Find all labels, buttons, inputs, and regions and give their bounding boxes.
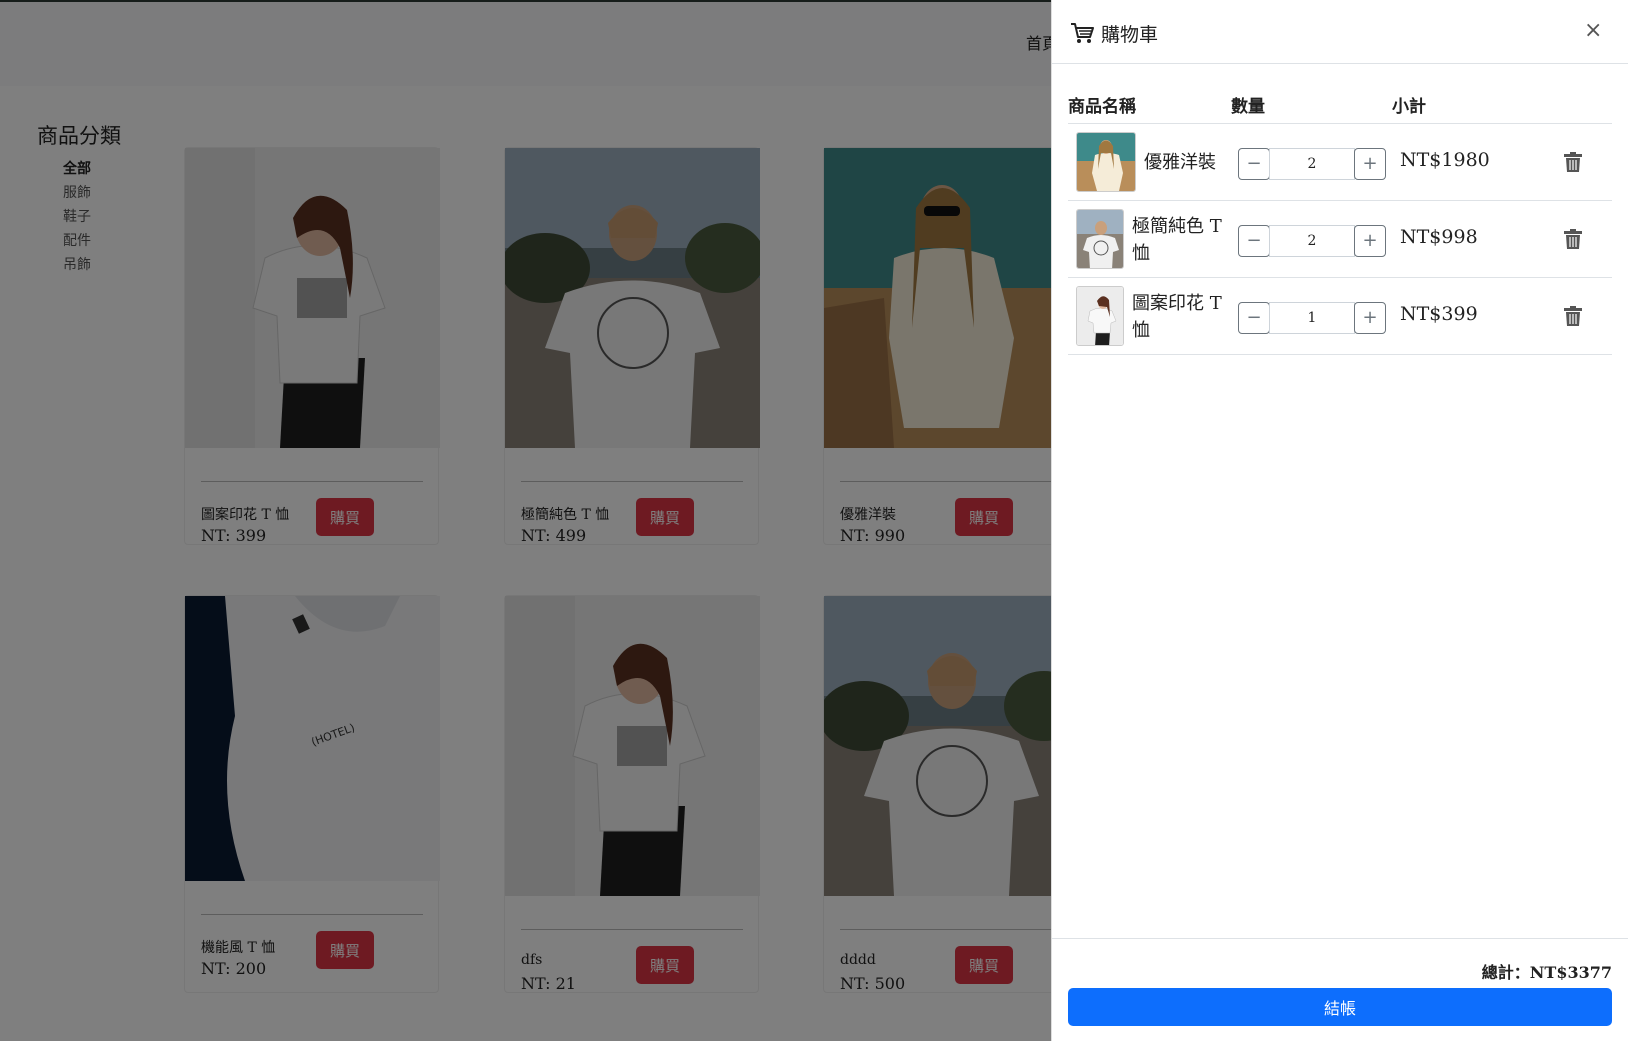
quantity-input[interactable] [1269,148,1355,180]
item-thumbnail [1076,132,1136,192]
cart-title: 購物車 [1101,24,1159,46]
checkout-button[interactable]: 結帳 [1068,988,1612,1026]
cart-header: 購物車 × [1052,0,1628,64]
cart-row: 優雅洋裝 − + NT$1980 [1068,124,1612,201]
increase-button[interactable]: + [1354,148,1386,180]
quantity-input[interactable] [1269,225,1355,257]
item-name: 優雅洋裝 [1144,152,1216,173]
item-subtotal: NT$1980 [1400,149,1490,171]
header-product-name: 商品名稱 [1068,97,1136,117]
item-thumbnail [1076,286,1124,346]
close-icon[interactable]: × [1584,18,1602,43]
trash-icon[interactable] [1564,152,1582,172]
quantity-stepper: − + [1238,225,1386,257]
cart-panel: 購物車 × 商品名稱 數量 小計 優雅洋裝 − + NT$1980 [1051,0,1628,1041]
item-name: 圖案印花 T 恤 [1132,292,1222,341]
shopping-cart-icon [1071,23,1094,43]
item-subtotal: NT$399 [1400,303,1478,325]
cart-table-header: 商品名稱 數量 小計 [1068,84,1612,124]
cart-row: 極簡純色 T 恤 − + NT$998 [1068,201,1612,278]
trash-icon[interactable] [1564,229,1582,249]
item-name: 極簡純色 T 恤 [1132,215,1222,264]
decrease-button[interactable]: − [1238,302,1270,334]
cart-total: 總計：NT$3377 [1481,963,1612,982]
cart-row: 圖案印花 T 恤 − + NT$399 [1068,278,1612,355]
quantity-input[interactable] [1269,302,1355,334]
increase-button[interactable]: + [1354,302,1386,334]
decrease-button[interactable]: − [1238,148,1270,180]
quantity-stepper: − + [1238,302,1386,334]
decrease-button[interactable]: − [1238,225,1270,257]
header-quantity: 數量 [1231,97,1265,117]
quantity-stepper: − + [1238,148,1386,180]
item-thumbnail [1076,209,1124,269]
trash-icon[interactable] [1564,306,1582,326]
header-subtotal: 小計 [1392,97,1426,117]
item-subtotal: NT$998 [1400,226,1478,248]
cart-footer: 總計：NT$3377 結帳 [1052,938,1628,1041]
increase-button[interactable]: + [1354,225,1386,257]
